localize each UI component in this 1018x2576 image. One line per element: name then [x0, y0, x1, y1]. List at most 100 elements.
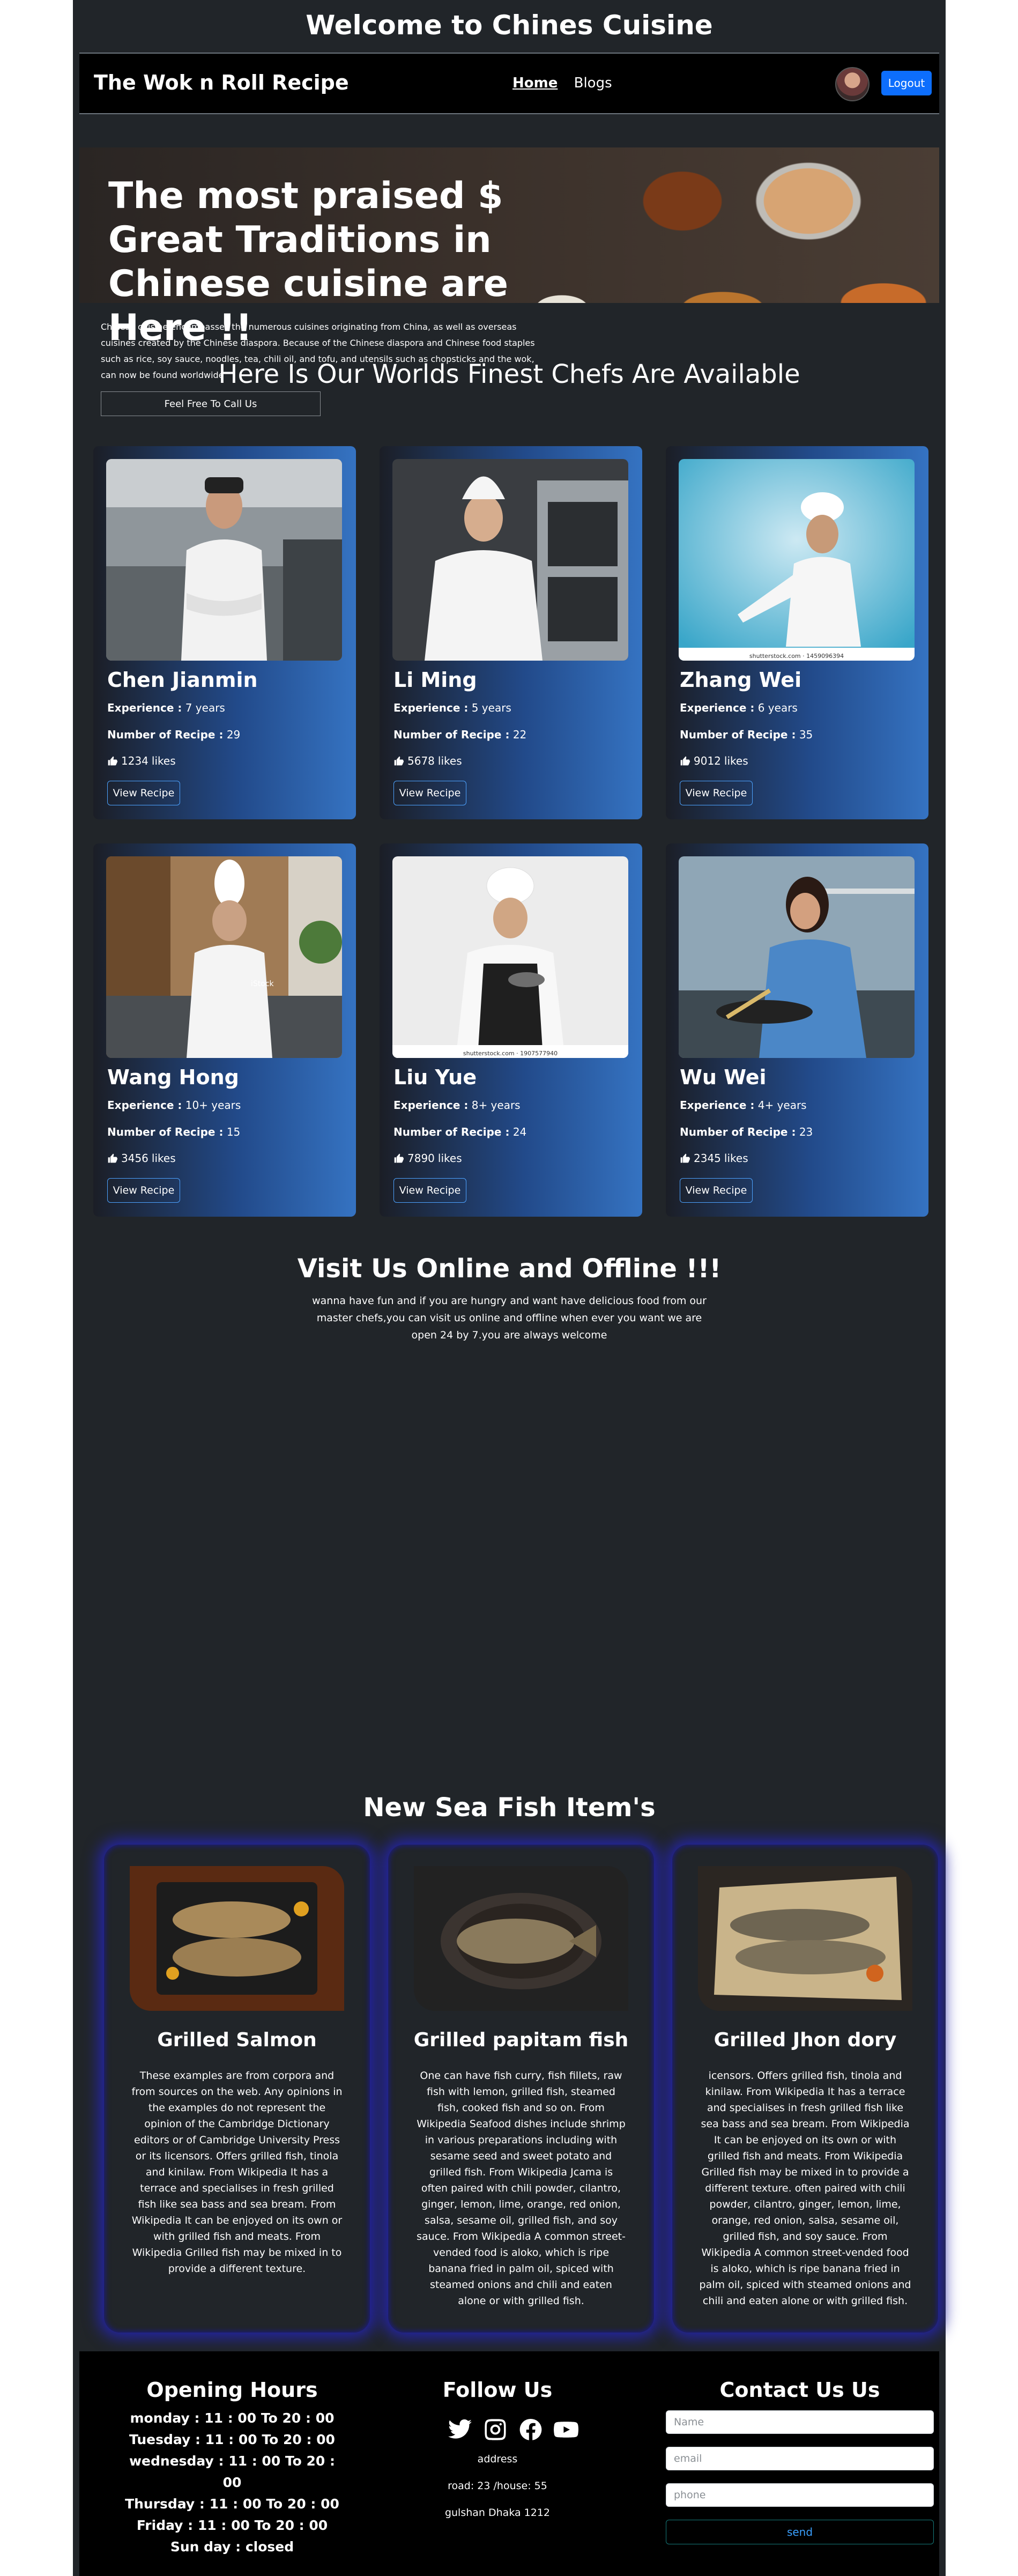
fish-card: Grilled Salmon These examples are from c… [104, 1845, 370, 2333]
hours-item: wednesday : 11 : 00 To 20 : 00 [129, 2453, 336, 2490]
experience-value: 8+ years [471, 1099, 521, 1112]
chef-likes: 7890 likes [393, 1152, 462, 1165]
contact-title: Contact Us Us [719, 2378, 880, 2402]
chef-recipes: Number of Recipe : 22 [393, 728, 526, 741]
recipes-label: Number of Recipe : [107, 728, 224, 741]
chef-recipes: Number of Recipe : 15 [107, 1126, 240, 1138]
nav-link-home[interactable]: Home [512, 75, 558, 91]
likes-count: 2345 [694, 1152, 721, 1165]
fish-photo [130, 1866, 344, 2011]
recipes-value: 29 [226, 728, 241, 741]
chef-experience: Experience : 5 years [393, 701, 511, 714]
chef-recipes: Number of Recipe : 29 [107, 728, 240, 741]
brand-link[interactable]: The Wok n Roll Recipe [94, 71, 349, 94]
recipes-value: 35 [799, 728, 813, 741]
photo-caption: iStock [251, 980, 274, 988]
fish-photo [414, 1866, 628, 2011]
fish-title: Grilled Salmon [157, 2029, 317, 2051]
chef-card: iStock Wang Hong Experience : 10+ years … [93, 843, 356, 1217]
likes-count: 7890 [407, 1152, 435, 1165]
thumbs-up-icon[interactable] [393, 756, 404, 766]
recipes-label: Number of Recipe : [680, 1126, 796, 1138]
view-recipe-button[interactable]: View Recipe [393, 781, 466, 805]
social-links [447, 2417, 579, 2442]
email-input[interactable] [666, 2447, 934, 2470]
chef-likes: 1234 likes [107, 754, 176, 767]
hours-item: Sun day : closed [170, 2539, 294, 2555]
nav-links: Home Blogs [512, 75, 624, 91]
visit-text: wanna have fun and if you are hungry and… [312, 1295, 707, 1341]
hours-item: Tuesday : 11 : 00 To 20 : 00 [129, 2432, 335, 2447]
view-recipe-button[interactable]: View Recipe [680, 1178, 753, 1203]
likes-count: 3456 [121, 1152, 148, 1165]
likes-suffix: likes [437, 1152, 462, 1165]
call-us-button[interactable]: Feel Free To Call Us [101, 391, 321, 416]
fish-description: One can have fish curry, fish fillets, r… [417, 2070, 626, 2307]
likes-count: 5678 [407, 754, 435, 767]
view-recipe-button[interactable]: View Recipe [107, 781, 180, 805]
experience-label: Experience : [680, 1099, 755, 1112]
chef-experience: Experience : 7 years [107, 701, 225, 714]
user-avatar[interactable] [835, 67, 870, 101]
chef-likes: 9012 likes [680, 754, 748, 767]
twitter-icon[interactable] [447, 2417, 473, 2442]
chef-name: Chen Jianmin [107, 668, 258, 692]
address-line: gulshan Dhaka 1212 [444, 2507, 551, 2519]
chef-photo [106, 459, 342, 661]
experience-value: 10+ years [185, 1099, 241, 1112]
visit-heading: Visit Us Online and Offline !!! [297, 1254, 722, 1284]
recipes-value: 24 [512, 1126, 527, 1138]
instagram-icon[interactable] [482, 2417, 508, 2442]
thumbs-up-icon[interactable] [680, 756, 690, 766]
chef-photo: iStock [106, 856, 342, 1058]
view-recipe-button[interactable]: View Recipe [393, 1178, 466, 1203]
youtube-icon[interactable] [553, 2417, 579, 2442]
recipes-label: Number of Recipe : [107, 1126, 224, 1138]
chef-card: Wu Wei Experience : 4+ years Number of R… [666, 843, 928, 1217]
chef-experience: Experience : 6 years [680, 701, 798, 714]
follow-us-title: Follow Us [442, 2378, 553, 2402]
thumbs-up-icon[interactable] [107, 1153, 118, 1164]
chef-experience: Experience : 8+ years [393, 1099, 521, 1112]
fish-title: Grilled papitam fish [413, 2029, 629, 2051]
thumbs-up-icon[interactable] [393, 1153, 404, 1164]
chef-likes: 2345 likes [680, 1152, 748, 1165]
fish-card: Grilled Jhon dory icensors. Offers grill… [672, 1845, 938, 2333]
recipes-label: Number of Recipe : [393, 728, 510, 741]
address-label: address [477, 2453, 518, 2465]
view-recipe-button[interactable]: View Recipe [107, 1178, 180, 1203]
experience-label: Experience : [393, 701, 469, 714]
name-input[interactable] [666, 2410, 934, 2434]
hours-item: Friday : 11 : 00 To 20 : 00 [136, 2518, 328, 2533]
send-button[interactable]: send [666, 2520, 934, 2544]
recipes-label: Number of Recipe : [680, 728, 796, 741]
view-recipe-button[interactable]: View Recipe [680, 781, 753, 805]
experience-value: 4+ years [757, 1099, 807, 1112]
chef-likes: 3456 likes [107, 1152, 176, 1165]
likes-count: 1234 [121, 754, 148, 767]
chef-name: Wang Hong [107, 1065, 239, 1089]
experience-value: 6 years [757, 701, 798, 714]
chef-name: Wu Wei [680, 1065, 767, 1089]
nav-link-blogs[interactable]: Blogs [574, 75, 612, 91]
phone-input[interactable] [666, 2483, 934, 2507]
fish-heading: New Sea Fish Item's [363, 1793, 656, 1823]
chef-card: shutterstock.com · 1459096394 Zhang Wei … [666, 446, 928, 819]
logout-button[interactable]: Logout [881, 71, 932, 95]
chef-photo [392, 459, 628, 661]
recipes-value: 23 [799, 1126, 813, 1138]
opening-hours-title: Opening Hours [146, 2378, 318, 2402]
recipes-value: 15 [226, 1126, 241, 1138]
chef-name: Zhang Wei [680, 668, 802, 692]
fish-description: icensors. Offers grilled fish, tinola an… [699, 2070, 911, 2307]
experience-label: Experience : [393, 1099, 469, 1112]
footer: Opening Hours monday : 11 : 00 To 20 : 0… [79, 2351, 939, 2576]
chef-card: Li Ming Experience : 5 years Number of R… [380, 446, 642, 819]
likes-suffix: likes [151, 1152, 176, 1165]
fish-description: These examples are from corpora and from… [131, 2070, 343, 2275]
thumbs-up-icon[interactable] [107, 756, 118, 766]
facebook-icon[interactable] [518, 2417, 544, 2442]
thumbs-up-icon[interactable] [680, 1153, 690, 1164]
chef-photo [679, 856, 915, 1058]
fish-title: Grilled Jhon dory [714, 2029, 897, 2051]
